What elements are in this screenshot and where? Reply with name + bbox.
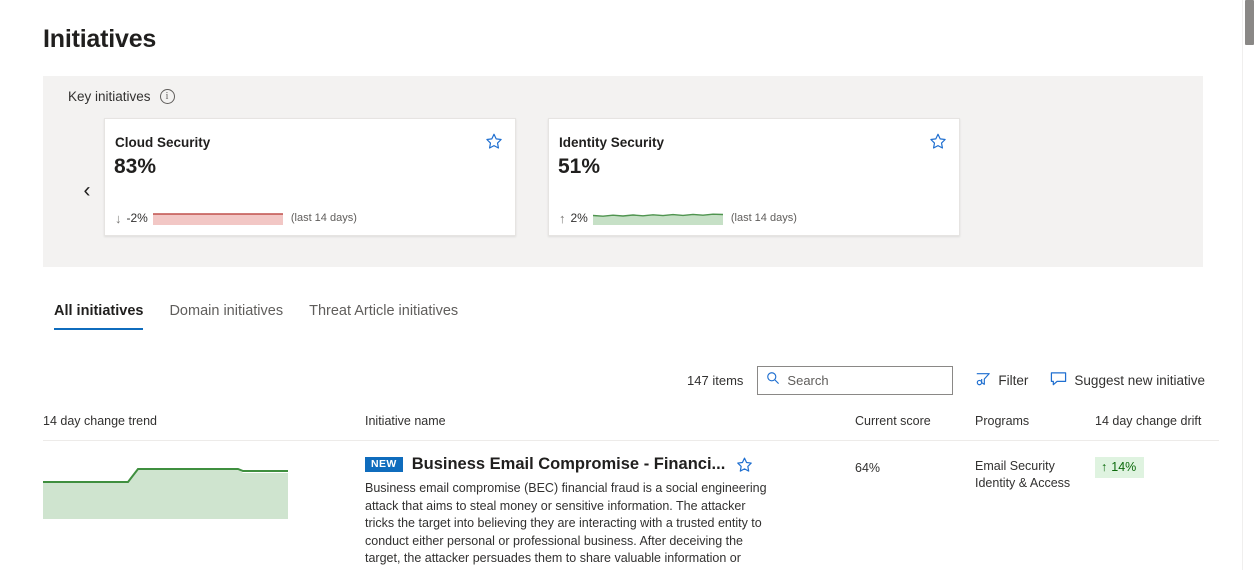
table-toolbar: 147 items Filter [687,366,1205,395]
key-initiative-card-cloud-security[interactable]: Cloud Security 83% ↓ -2% (last 14 days) [104,118,516,236]
trend-percent: 2% [570,211,588,225]
trend-down-icon: ↓ [115,210,122,226]
initiatives-table: 14 day change trend Initiative name Curr… [43,414,1219,570]
suggest-label: Suggest new initiative [1074,373,1205,388]
filter-icon [975,371,991,390]
key-initiatives-cards: Cloud Security 83% ↓ -2% (last 14 days) [104,118,960,236]
card-footnote: (last 14 days) [730,212,797,224]
suggest-new-initiative-button[interactable]: Suggest new initiative [1050,371,1205,390]
tab-domain-initiatives[interactable]: Domain initiatives [169,303,283,330]
card-score: 51% [558,155,601,178]
comment-icon [1050,371,1067,390]
info-icon[interactable]: i [159,89,175,104]
tab-all-initiatives[interactable]: All initiatives [54,303,144,330]
status-badge: NEW [365,456,403,473]
key-initiatives-label: Key initiatives [68,89,151,104]
drift-value: 14% [1111,460,1137,474]
card-trend-footer: ↓ -2% (last 14 days) [115,211,505,225]
page-title: Initiatives [43,25,157,53]
key-initiatives-panel: Key initiatives i Cloud Security 83% ↓ -… [43,76,1203,267]
column-header-drift[interactable]: 14 day change drift [1095,414,1219,428]
card-title: Identity Security [559,135,665,150]
search-input[interactable] [787,373,945,388]
arrow-up-icon: ↑ [1101,460,1108,474]
item-count: 147 items [687,373,744,388]
star-outline-icon[interactable] [929,132,947,150]
scrollbar-thumb[interactable] [1245,0,1254,45]
chevron-left-icon[interactable]: ‹ [76,176,98,206]
card-sparkline [152,212,283,225]
search-icon [766,371,780,390]
row-name-line: NEW Business Email Compromise - Financi.… [365,455,845,474]
card-footnote: (last 14 days) [290,212,357,224]
row-name-cell: NEW Business Email Compromise - Financi.… [365,455,855,570]
row-sparkline [43,468,288,519]
star-outline-icon[interactable] [485,132,503,150]
column-header-score[interactable]: Current score [855,414,975,428]
program-item: Identity & Access [975,476,1071,490]
table-row[interactable]: NEW Business Email Compromise - Financi.… [43,441,1219,570]
card-trend-footer: ↑ 2% (last 14 days) [559,211,949,225]
card-score: 83% [114,155,157,178]
star-outline-icon[interactable] [736,456,753,473]
initiative-name-link[interactable]: Business Email Compromise - Financi... [412,455,726,474]
filter-label: Filter [998,373,1029,388]
row-programs: Email Security Identity & Access [975,455,1095,492]
program-item: Email Security [975,459,1055,473]
column-header-trend[interactable]: 14 day change trend [43,414,365,428]
card-title: Cloud Security [115,135,211,150]
filter-button[interactable]: Filter [975,371,1028,390]
table-header-row: 14 day change trend Initiative name Curr… [43,414,1219,441]
initiative-description: Business email compromise (BEC) financia… [365,481,767,570]
initiatives-page: Initiatives Key initiatives i Cloud Secu… [0,0,1256,570]
trend-percent: -2% [126,211,148,225]
tab-threat-article-initiatives[interactable]: Threat Article initiatives [309,303,458,330]
row-current-score: 64% [855,461,881,475]
row-drift-cell: ↑ 14% [1095,455,1219,478]
initiatives-tabs: All initiatives Domain initiatives Threa… [54,303,458,330]
drift-badge: ↑ 14% [1095,457,1145,478]
key-initiative-card-identity-security[interactable]: Identity Security 51% ↑ 2% (last 14 days… [548,118,960,236]
column-header-programs[interactable]: Programs [975,414,1095,428]
row-trend-cell [43,455,365,519]
card-sparkline [592,212,723,225]
vertical-scrollbar[interactable] [1242,0,1256,570]
column-header-name[interactable]: Initiative name [365,414,855,428]
trend-up-icon: ↑ [559,210,566,226]
search-box[interactable] [757,366,954,395]
key-initiatives-header: Key initiatives i [68,89,175,104]
